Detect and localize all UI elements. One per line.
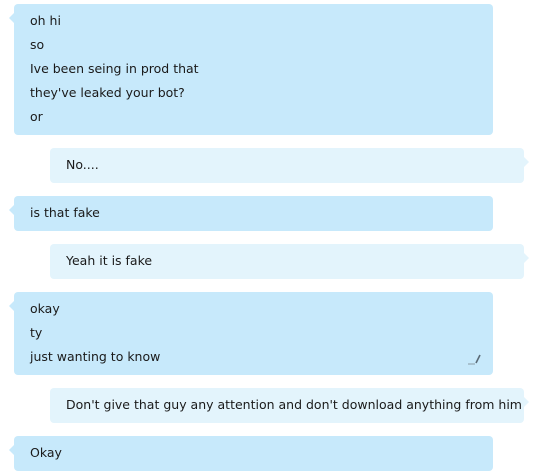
chat-transcript: oh hi so Ive been seing in prod that the…	[0, 0, 543, 476]
outgoing-message[interactable]: Don't give that guy any attention and do…	[50, 388, 529, 423]
message-line: ty	[30, 325, 43, 340]
message-line: they've leaked your bot?	[30, 85, 185, 100]
outgoing-message[interactable]: No....	[50, 148, 529, 183]
message-line: just wanting to know	[30, 349, 161, 364]
incoming-message[interactable]: Okay	[9, 436, 493, 471]
message-line: Ive been seing in prod that	[30, 61, 199, 76]
message-line: is that fake	[30, 205, 100, 220]
incoming-message[interactable]: oh hi so Ive been seing in prod that the…	[9, 4, 493, 135]
message-line: Yeah it is fake	[66, 253, 153, 268]
outgoing-message[interactable]: Yeah it is fake	[50, 244, 529, 279]
message-line: Don't give that guy any attention and do…	[66, 397, 522, 412]
pencil-edit-icon[interactable]	[467, 353, 481, 365]
message-line: oh hi	[30, 13, 61, 28]
message-line: so	[30, 37, 45, 52]
message-line: okay	[30, 301, 60, 316]
message-line: or	[30, 109, 43, 124]
incoming-message[interactable]: okay ty just wanting to know	[9, 292, 493, 375]
message-line: No....	[66, 157, 99, 172]
message-line: Okay	[30, 445, 62, 460]
incoming-message[interactable]: is that fake	[9, 196, 493, 231]
